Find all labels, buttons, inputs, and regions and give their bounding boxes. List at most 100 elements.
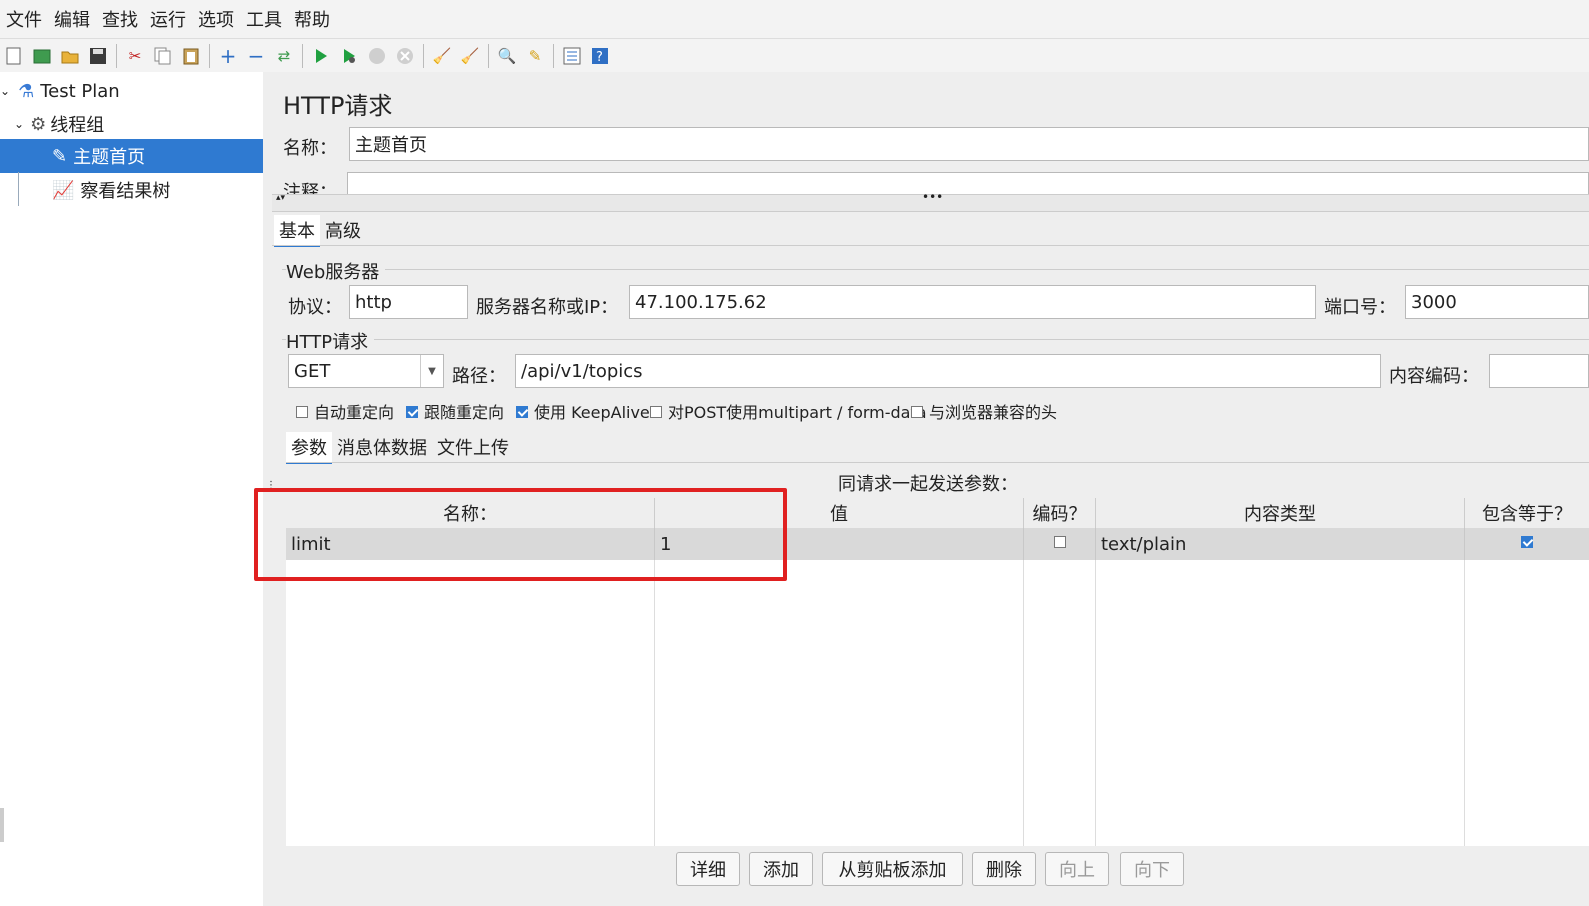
name-field[interactable]: 主题首页 bbox=[349, 127, 1589, 161]
toolbar-separator bbox=[423, 44, 424, 68]
encoding-field[interactable] bbox=[1489, 354, 1589, 388]
tab-file-upload[interactable]: 文件上传 bbox=[432, 432, 514, 464]
copy-icon[interactable] bbox=[152, 45, 174, 67]
grip-icon: ••• bbox=[922, 190, 944, 204]
tab-advanced[interactable]: 高级 bbox=[320, 215, 366, 247]
tree-item-listener[interactable]: 📈 察看结果树 bbox=[52, 173, 170, 207]
divider[interactable]: ▴▾ ••• bbox=[272, 190, 1589, 212]
menu-edit[interactable]: 编辑 bbox=[48, 6, 96, 32]
method-value: GET bbox=[294, 360, 331, 382]
tab-body-data[interactable]: 消息体数据 bbox=[332, 432, 432, 464]
option-label: 对POST使用multipart / form-data bbox=[668, 403, 927, 422]
checkbox[interactable] bbox=[296, 405, 308, 418]
open-icon[interactable] bbox=[59, 45, 81, 67]
reset-search-icon[interactable]: ✎ bbox=[524, 45, 546, 67]
start-icon[interactable] bbox=[310, 45, 332, 67]
tab-basic[interactable]: 基本 bbox=[274, 215, 320, 247]
menu-run[interactable]: 运行 bbox=[144, 6, 192, 32]
detail-button[interactable]: 详细 bbox=[676, 852, 740, 886]
menu-search[interactable]: 查找 bbox=[96, 6, 144, 32]
params-caption: 同请求一起发送参数： bbox=[838, 474, 1018, 495]
include-equals-checkbox[interactable] bbox=[1521, 536, 1533, 548]
checkbox[interactable] bbox=[650, 405, 662, 418]
delete-button[interactable]: 删除 bbox=[972, 852, 1036, 886]
port-field[interactable]: 3000 bbox=[1405, 285, 1589, 319]
group-border bbox=[282, 339, 1589, 340]
tab-parameters[interactable]: 参数 bbox=[286, 432, 332, 464]
svg-text:?: ? bbox=[596, 50, 603, 65]
function-helper-icon[interactable] bbox=[561, 45, 583, 67]
encode-checkbox[interactable] bbox=[1053, 536, 1066, 548]
clear-all-icon[interactable]: 🧹 bbox=[459, 45, 481, 67]
menu-file[interactable]: 文件 bbox=[0, 6, 48, 32]
menu-bar: 文件 编辑 查找 运行 选项 工具 帮助 bbox=[0, 0, 1589, 38]
path-label: 路径： bbox=[452, 366, 506, 387]
collapse-icon[interactable]: − bbox=[245, 44, 267, 68]
menu-tools[interactable]: 工具 bbox=[240, 6, 288, 32]
comment-field[interactable] bbox=[347, 172, 1589, 194]
new-icon[interactable] bbox=[3, 45, 25, 67]
move-down-button[interactable]: 向下 bbox=[1120, 852, 1184, 886]
chevron-down-icon[interactable]: ▼ bbox=[420, 355, 443, 387]
checkbox[interactable] bbox=[911, 405, 923, 418]
port-label: 端口号： bbox=[1324, 297, 1396, 318]
cell-encode[interactable] bbox=[1024, 528, 1096, 560]
help-icon[interactable]: ? bbox=[589, 45, 611, 67]
tab-divider bbox=[286, 462, 1589, 463]
option-browser-headers[interactable]: 与浏览器兼容的头 bbox=[911, 399, 1057, 423]
menu-options[interactable]: 选项 bbox=[192, 6, 240, 32]
templates-icon[interactable] bbox=[31, 45, 53, 67]
add-button[interactable]: 添加 bbox=[749, 852, 813, 886]
protocol-label: 协议： bbox=[288, 297, 342, 318]
tree-item-test-plan[interactable]: ⌄ ⚗ Test Plan bbox=[0, 74, 120, 108]
tree-item-label: 线程组 bbox=[50, 115, 105, 136]
server-label: 服务器名称或IP： bbox=[476, 297, 619, 318]
stop-icon[interactable] bbox=[366, 45, 388, 67]
column-header-content-type[interactable]: 内容类型 bbox=[1096, 498, 1465, 528]
start-no-pauses-icon[interactable] bbox=[338, 45, 360, 67]
column-header-encode[interactable]: 编码？ bbox=[1024, 498, 1096, 528]
method-select[interactable]: GET ▼ bbox=[288, 354, 444, 388]
main-tabs: 基本 高级 bbox=[274, 215, 366, 247]
server-field[interactable]: 47.100.175.62 bbox=[629, 285, 1316, 319]
checkbox[interactable] bbox=[406, 405, 418, 418]
tree-item-sampler[interactable]: ✎ 主题首页 bbox=[0, 139, 263, 173]
cell-include-equals[interactable] bbox=[1465, 528, 1589, 560]
save-icon[interactable] bbox=[87, 45, 109, 67]
option-multipart[interactable]: 对POST使用multipart / form-data bbox=[650, 399, 927, 423]
group-border bbox=[282, 269, 1589, 270]
pencil-icon: ✎ bbox=[52, 145, 68, 167]
paste-icon[interactable] bbox=[180, 45, 202, 67]
cell-content-type[interactable]: text/plain bbox=[1096, 528, 1465, 560]
chevron-down-icon[interactable]: ⌄ bbox=[14, 117, 24, 131]
add-from-clipboard-button[interactable]: 从剪贴板添加 bbox=[822, 852, 963, 886]
test-plan-tree: ⌄ ⚗ Test Plan ⌄ ⚙ 线程组 ✎ 主题首页 📈 察看结果树 bbox=[0, 72, 264, 906]
flask-icon: ⚗ bbox=[18, 80, 35, 102]
encoding-label: 内容编码： bbox=[1389, 366, 1479, 387]
cut-icon[interactable]: ✂ bbox=[124, 45, 146, 67]
checkbox[interactable] bbox=[516, 405, 528, 418]
column-header-include-equals[interactable]: 包含等于？ bbox=[1465, 498, 1589, 528]
tree-item-thread-group[interactable]: ⌄ ⚙ 线程组 bbox=[14, 107, 104, 141]
chevron-down-icon[interactable]: ⌄ bbox=[0, 84, 10, 98]
clear-icon[interactable]: 🧹 bbox=[431, 45, 453, 67]
collapse-arrows-icon[interactable]: ▴▾ bbox=[276, 193, 285, 203]
option-auto-redirect[interactable]: 自动重定向 bbox=[296, 399, 394, 423]
column-line bbox=[1023, 560, 1024, 846]
expand-icon[interactable]: + bbox=[217, 44, 239, 68]
toolbar-separator bbox=[553, 44, 554, 68]
edge-handle bbox=[0, 808, 4, 842]
menu-help[interactable]: 帮助 bbox=[288, 6, 336, 32]
column-line bbox=[1095, 560, 1096, 846]
shutdown-icon[interactable] bbox=[394, 45, 416, 67]
column-line bbox=[1464, 560, 1465, 846]
protocol-field[interactable]: http bbox=[349, 285, 468, 319]
toggle-icon[interactable]: ⇄ bbox=[273, 45, 295, 67]
option-follow-redirect[interactable]: 跟随重定向 bbox=[406, 399, 504, 423]
path-field[interactable]: /api/v1/topics bbox=[515, 354, 1381, 388]
search-icon[interactable]: 🔍 bbox=[496, 45, 518, 67]
tree-item-label: Test Plan bbox=[40, 80, 120, 102]
tree-item-label: 察看结果树 bbox=[80, 181, 171, 202]
option-keepalive[interactable]: 使用 KeepAlive bbox=[516, 399, 650, 423]
move-up-button[interactable]: 向上 bbox=[1045, 852, 1109, 886]
